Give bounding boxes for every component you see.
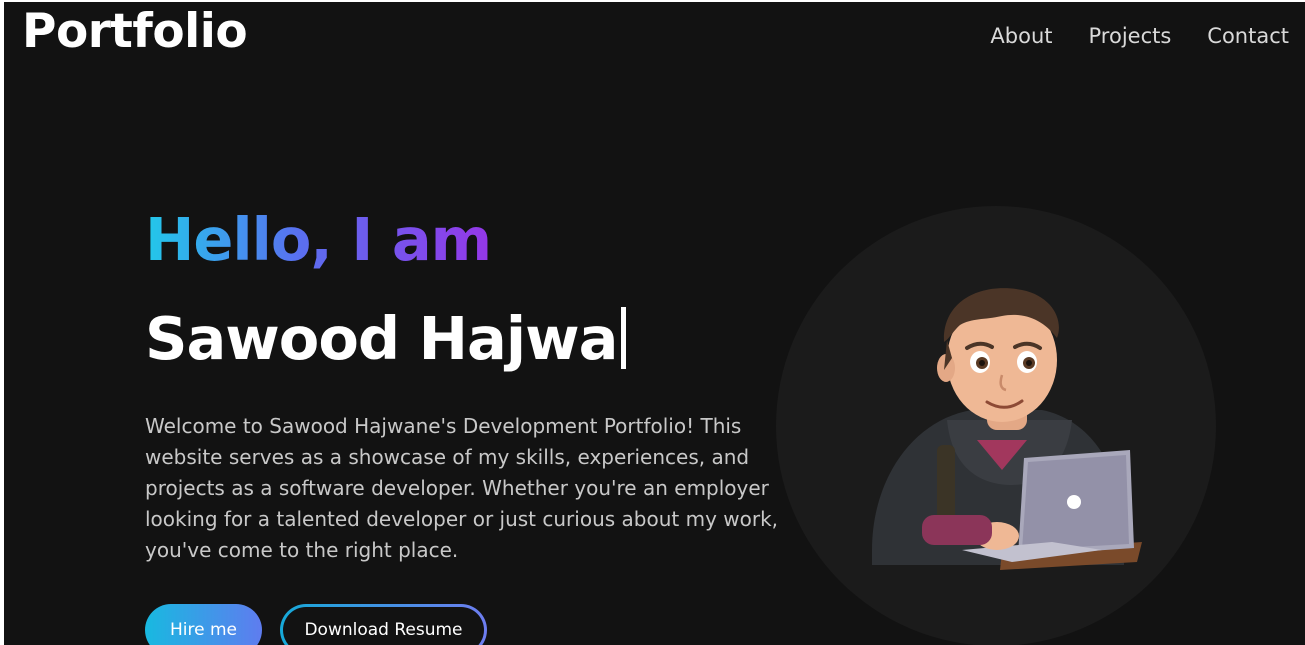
download-resume-button[interactable]: Download Resume: [280, 604, 487, 645]
site-logo[interactable]: Portfolio: [22, 8, 248, 55]
page-frame: Portfolio About Projects Contact Hello, …: [4, 2, 1305, 645]
typing-cursor: [621, 307, 627, 369]
hire-me-button[interactable]: Hire me: [145, 604, 262, 645]
hero-greeting: Hello, I am: [145, 205, 492, 274]
nav-about[interactable]: About: [990, 24, 1052, 48]
nav-projects[interactable]: Projects: [1089, 24, 1172, 48]
hero-description: Welcome to Sawood Hajwane's Development …: [145, 414, 779, 562]
hero-name-typing: Sawood Hajwa: [145, 303, 627, 373]
download-resume-label: Download Resume: [283, 607, 484, 645]
developer-avatar-illustration: [872, 288, 1142, 570]
nav-contact[interactable]: Contact: [1207, 24, 1289, 48]
hero-name: Sawood Hajwa: [145, 303, 618, 373]
top-nav: About Projects Contact: [990, 24, 1289, 48]
